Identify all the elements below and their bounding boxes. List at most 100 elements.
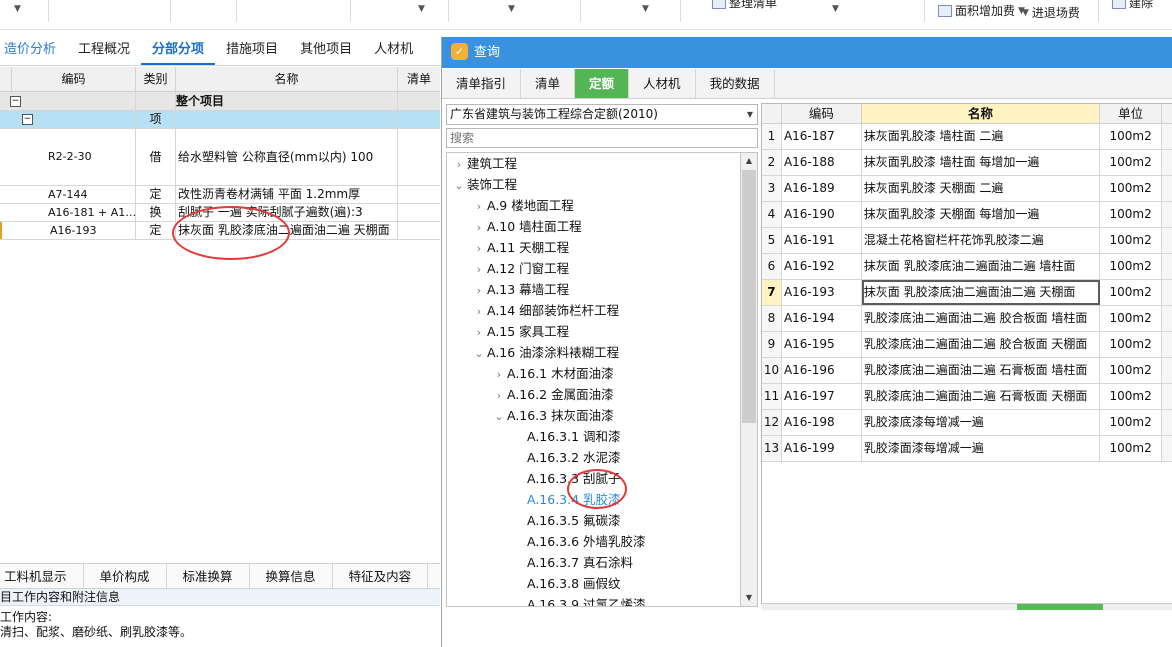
col-name[interactable]: 名称 <box>861 104 1101 123</box>
dialog-title-bar[interactable]: ✓ 查询 <box>442 37 1172 68</box>
table-row[interactable]: A16-181 + A1… 换 刮腻子 一遍 实际刮腻子遍数(遍):3 <box>0 204 440 222</box>
table-row[interactable]: 8 A16-194 乳胶漆底油二遍面油二遍 胶合板面 墙柱面 100m2 <box>762 306 1172 332</box>
chevron-down-icon[interactable]: ⌄ <box>471 343 487 364</box>
tree-node[interactable]: A.16.3.1 调和漆 <box>527 426 621 447</box>
tidy-list-button[interactable]: 整理清单 <box>712 0 777 11</box>
tab-list-guide[interactable]: 清单指引 <box>442 69 522 98</box>
table-row[interactable]: 3 A16-189 抹灰面乳胶漆 天棚面 二遍 100m2 <box>762 176 1172 202</box>
tab-standard-conversion[interactable]: 标准换算 <box>167 564 250 588</box>
table-row[interactable]: 9 A16-195 乳胶漆底油二遍面油二遍 胶合板面 天棚面 100m2 <box>762 332 1172 358</box>
scroll-thumb[interactable] <box>742 170 756 423</box>
tree-node[interactable]: A.16.3.9 过氯乙烯漆 <box>527 594 646 606</box>
tab-features[interactable]: 特征及内容 <box>333 564 429 588</box>
col-unit[interactable]: 单位 <box>1100 104 1163 123</box>
dropdown-arrow-icon[interactable]: ▼ <box>642 4 649 14</box>
area-increase-button[interactable]: 面积增加费 ▼ <box>938 2 1025 19</box>
col-code[interactable]: 编码 <box>12 67 136 91</box>
tab-list[interactable]: 清单 <box>521 69 576 98</box>
dropdown-arrow-icon[interactable]: ▼ <box>14 4 21 14</box>
scroll-up-icon[interactable]: ▲ <box>741 153 757 169</box>
dropdown-arrow-icon[interactable]: ▼ <box>418 4 425 14</box>
chevron-down-icon[interactable]: ⌄ <box>491 406 507 427</box>
tab-cost-analysis[interactable]: 造价分析 <box>0 34 67 65</box>
chevron-down-icon[interactable]: ⌄ <box>451 175 467 196</box>
enter-exit-fee-button[interactable]: ▼ 进退场费 <box>1022 4 1080 21</box>
tab-other-items[interactable]: 其他项目 <box>289 34 363 65</box>
tree-scrollbar[interactable]: ▲ ▼ <box>740 152 758 607</box>
tree-node[interactable]: › 建筑工程 <box>451 153 517 174</box>
chevron-right-icon[interactable]: › <box>491 364 507 385</box>
chevron-right-icon[interactable]: › <box>471 280 487 301</box>
chevron-right-icon[interactable]: › <box>471 196 487 217</box>
row-name: 乳胶漆底油二遍面油二遍 胶合板面 墙柱面 <box>862 306 1101 331</box>
scroll-thumb[interactable] <box>1017 604 1103 610</box>
tree-node[interactable]: › A.13 幕墙工程 <box>471 279 569 300</box>
tree-node[interactable]: ⌄ A.16.3 抹灰面油漆 <box>491 405 613 427</box>
table-row-selected[interactable]: 7 A16-193 抹灰面 乳胶漆底油二遍面油二遍 天棚面 100m2 <box>762 280 1172 306</box>
chevron-right-icon[interactable]: › <box>471 259 487 280</box>
table-row[interactable]: 5 A16-191 混凝土花格窗栏杆花饰乳胶漆二遍 100m2 <box>762 228 1172 254</box>
col-list[interactable]: 清单 <box>398 67 440 91</box>
chevron-right-icon[interactable]: › <box>491 385 507 406</box>
tree-node[interactable]: A.16.3.5 氟碳漆 <box>527 510 621 531</box>
tab-my-data[interactable]: 我的数据 <box>695 69 775 98</box>
table-row[interactable]: R2-2-30 借 给水塑料管 公称直径(mm以内) 100 <box>0 129 440 186</box>
tab-labor-material[interactable]: 人材机 <box>363 34 424 65</box>
tree-node-selected[interactable]: A.16.3.4 乳胶漆 <box>527 489 621 510</box>
tree-node[interactable]: › A.16.2 金属面油漆 <box>491 384 614 405</box>
row-code: A16-189 <box>782 176 862 201</box>
tree-node[interactable]: › A.16.1 木材面油漆 <box>491 363 614 384</box>
tree-node[interactable]: › A.10 墙柱面工程 <box>471 216 582 237</box>
table-row[interactable]: 6 A16-192 抹灰面 乳胶漆底油二遍面油二遍 墙柱面 100m2 <box>762 254 1172 280</box>
col-code[interactable]: 编码 <box>782 104 862 123</box>
table-row[interactable]: 13 A16-199 乳胶漆面漆每增减一遍 100m2 <box>762 436 1172 462</box>
table-row[interactable]: 4 A16-190 抹灰面乳胶漆 天棚面 每增加一遍 100m2 <box>762 202 1172 228</box>
chevron-right-icon[interactable]: › <box>451 154 467 175</box>
tree-node[interactable]: › A.11 天棚工程 <box>471 237 569 258</box>
grid-horizontal-scrollbar[interactable] <box>761 603 1172 610</box>
tree-node[interactable]: › A.14 细部装饰栏杆工程 <box>471 300 619 321</box>
tab-quota[interactable]: 定额 <box>575 69 630 98</box>
chevron-right-icon[interactable]: › <box>471 322 487 343</box>
tab-sub-items[interactable]: 分部分项 <box>141 34 216 65</box>
tree-node[interactable]: A.16.3.7 真石涂料 <box>527 552 633 573</box>
chevron-right-icon[interactable]: › <box>471 217 487 238</box>
col-name[interactable]: 名称 <box>176 67 398 91</box>
tree-node[interactable]: A.16.3.6 外墙乳胶漆 <box>527 531 646 552</box>
collapse-icon[interactable]: − <box>22 114 33 125</box>
tree-node[interactable]: A.16.3.3 刮腻子 <box>527 468 621 489</box>
table-row[interactable]: − 项 <box>0 111 440 129</box>
collapse-icon[interactable]: − <box>10 96 21 107</box>
scroll-down-icon[interactable]: ▼ <box>741 590 757 606</box>
chevron-right-icon[interactable]: › <box>471 238 487 259</box>
table-row[interactable]: A7-144 定 改性沥青卷材满铺 平面 1.2mm厚 <box>0 186 440 204</box>
tree-node[interactable]: ⌄ A.16 油漆涂料裱糊工程 <box>471 342 619 363</box>
col-type[interactable]: 类别 <box>136 67 176 91</box>
tree-node[interactable]: › A.9 楼地面工程 <box>471 195 574 216</box>
search-input[interactable] <box>446 128 758 148</box>
table-row[interactable]: 1 A16-187 抹灰面乳胶漆 墙柱面 二遍 100m2 <box>762 124 1172 150</box>
tree-node[interactable]: A.16.3.2 水泥漆 <box>527 447 621 468</box>
tree-node[interactable]: › A.12 门窗工程 <box>471 258 569 279</box>
tree-node[interactable]: › A.15 家具工程 <box>471 321 569 342</box>
row-extra <box>1162 150 1172 175</box>
tab-conversion-info[interactable]: 换算信息 <box>250 564 333 588</box>
tree-node[interactable]: ⌄ 装饰工程 <box>451 174 517 195</box>
tab-project-overview[interactable]: 工程概况 <box>67 34 141 65</box>
table-row[interactable]: 2 A16-188 抹灰面乳胶漆 墙柱面 每增加一遍 100m2 <box>762 150 1172 176</box>
table-row[interactable]: 12 A16-198 乳胶漆底漆每增减一遍 100m2 <box>762 410 1172 436</box>
tab-unit-price[interactable]: 单价构成 <box>84 564 167 588</box>
tab-measures[interactable]: 措施项目 <box>215 34 289 65</box>
chevron-right-icon[interactable]: › <box>471 301 487 322</box>
tab-labor-material[interactable]: 人材机 <box>629 69 696 98</box>
table-row[interactable]: 10 A16-196 乳胶漆底油二遍面油二遍 石膏板面 墙柱面 100m2 <box>762 358 1172 384</box>
fee-button[interactable]: 建除 <box>1112 0 1153 11</box>
table-row[interactable]: − 整个项目 <box>0 92 440 111</box>
dropdown-arrow-icon[interactable]: ▼ <box>508 4 515 14</box>
tab-labor-display[interactable]: 工料机显示 <box>0 564 84 588</box>
quota-library-select[interactable]: 广东省建筑与装饰工程综合定额(2010) ▼ <box>446 104 758 125</box>
tree-node[interactable]: A.16.3.8 画假纹 <box>527 573 621 594</box>
table-row[interactable]: A16-193 定 抹灰面 乳胶漆底油二遍面油二遍 天棚面 <box>0 222 440 240</box>
table-row[interactable]: 11 A16-197 乳胶漆底油二遍面油二遍 石膏板面 天棚面 100m2 <box>762 384 1172 410</box>
dropdown-arrow-icon[interactable]: ▼ <box>832 4 839 14</box>
